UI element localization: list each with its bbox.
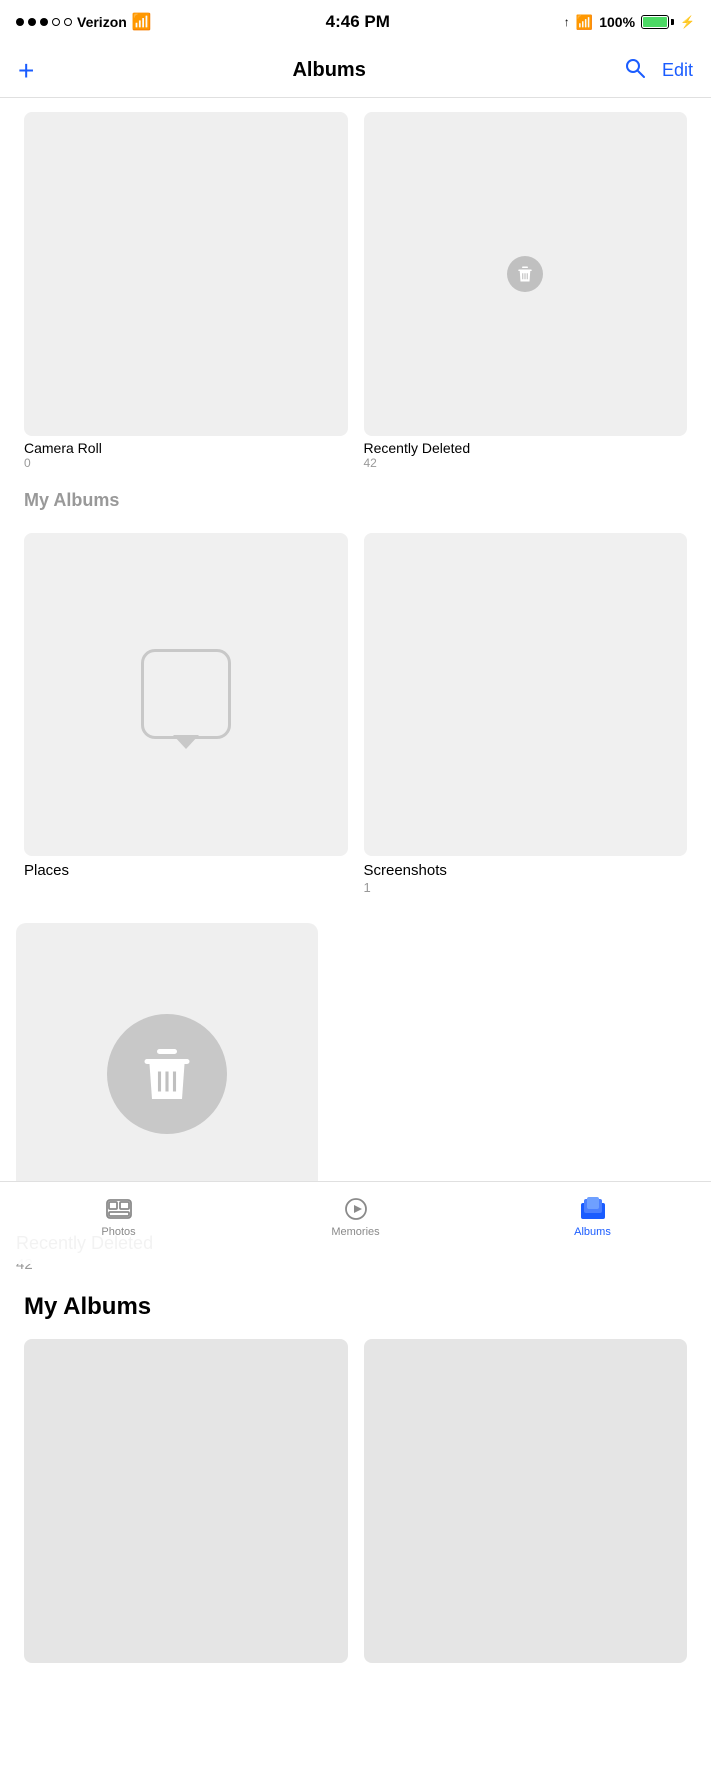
status-left: Verizon 📶 [16,12,152,32]
location-icon: ↑ [564,15,570,29]
add-album-button[interactable]: + [18,55,34,87]
places-thumb [24,533,348,857]
recently-deleted-large-thumb [16,923,318,1225]
main-content: Camera Roll 0 Recently Deleted 42 [0,98,711,1769]
album-name: Screenshots [364,862,688,879]
album-count: 0 [24,456,348,470]
dot3 [40,18,48,26]
list-item[interactable]: Screenshots 1 [356,525,696,912]
status-right: ↑ 📶 100% ⚡ [564,14,695,31]
charging-bolt-icon: ⚡ [680,15,695,29]
trash-icon-wrap [107,1014,227,1134]
dot5 [64,18,72,26]
album-name: Camera Roll [24,440,348,456]
album-name: Recently Deleted [364,440,688,456]
my-album-thumb-1 [24,1339,348,1663]
list-item[interactable]: Recently Deleted 42 [356,106,696,480]
status-bar: Verizon 📶 4:46 PM ↑ 📶 100% ⚡ [0,0,711,44]
photos-tab-icon [105,1195,133,1223]
nav-right-actions: Edit [624,57,693,85]
list-item[interactable] [356,1331,696,1679]
battery-icon [641,15,674,29]
camera-roll-thumb [24,112,348,436]
status-time: 4:46 PM [326,12,390,32]
my-albums-section-header: My Albums [0,480,711,517]
dot2 [28,18,36,26]
page-title: Albums [292,59,365,82]
search-button[interactable] [624,57,646,85]
memories-tab-icon [342,1195,370,1223]
carrier-name: Verizon [77,14,127,30]
signal-dots [16,18,72,26]
trash-icon [137,1044,197,1104]
list-item[interactable]: Camera Roll 0 [16,106,356,480]
my-album-thumb-2 [364,1339,688,1663]
list-item[interactable]: Places [16,525,356,912]
screenshots-thumb [364,533,688,857]
tab-memories[interactable]: Memories [237,1195,474,1238]
albums-tab-icon [579,1195,607,1223]
battery-percent: 100% [599,14,635,30]
dot1 [16,18,24,26]
wifi-icon: 📶 [132,12,152,32]
recently-deleted-small-thumb [364,112,688,436]
my-albums-grid [0,1331,711,1679]
top-albums-row: Camera Roll 0 Recently Deleted 42 [0,98,711,480]
nav-bar: + Albums Edit [0,44,711,98]
album-count: 1 [364,880,688,895]
tab-bar: Photos Memories Albums [0,1181,711,1264]
photos-tab-label: Photos [101,1226,135,1238]
bluetooth-icon: 📶 [576,14,593,31]
dot4 [52,18,60,26]
albums-tab-label: Albums [574,1226,611,1238]
tab-photos[interactable]: Photos [0,1195,237,1238]
album-grid: Places Screenshots 1 [0,517,711,912]
edit-button[interactable]: Edit [662,60,693,81]
album-count: 42 [364,456,688,470]
memories-tab-label: Memories [331,1226,379,1238]
list-item[interactable] [16,1331,356,1679]
my-albums-main-header: My Albums [0,1273,711,1331]
album-name: Places [24,862,348,879]
tab-albums[interactable]: Albums [474,1195,711,1238]
